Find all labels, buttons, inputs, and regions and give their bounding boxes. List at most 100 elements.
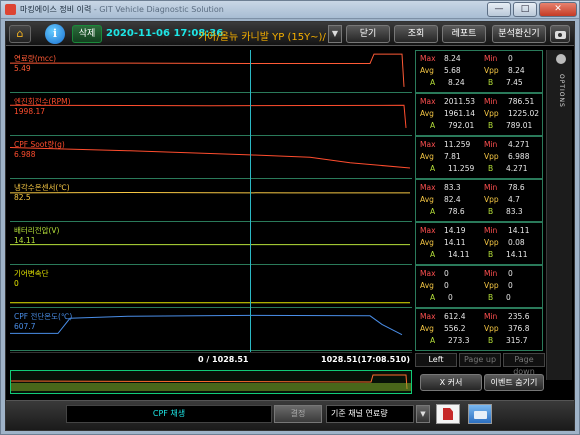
vehicle-dropdown-button[interactable]: ▼ xyxy=(328,25,342,43)
current-position: 0 / 1028.51 xyxy=(198,355,249,364)
channel-graph xyxy=(10,191,410,194)
stat-label-avg: Avg xyxy=(420,281,434,290)
maximize-button[interactable]: □ xyxy=(513,2,537,17)
stat-value-a: 792.01 xyxy=(448,121,475,130)
stat-value-min: 14.11 xyxy=(508,226,530,235)
stat-value-vpp: 4.7 xyxy=(508,195,520,204)
channel-value: 1998.17 xyxy=(14,107,46,116)
end-position: 1028.51(17:08.510) xyxy=(321,355,410,364)
overview-graph xyxy=(10,371,411,393)
stat-value-b: 14.11 xyxy=(506,250,528,259)
close-window-button[interactable]: ✕ xyxy=(539,2,577,17)
stat-label-a: A xyxy=(430,121,436,130)
stat-value-a: 8.24 xyxy=(448,78,465,87)
stat-value-vpp: 6.988 xyxy=(508,152,530,161)
stat-label-vpp: Vpp xyxy=(484,324,499,333)
stat-value-avg: 1961.14 xyxy=(444,109,476,118)
toolbar: ⌂ i 삭제 2020-11-06 17:08:36 기아/올뉴 카니발 YP … xyxy=(6,22,574,46)
stat-value-max: 2011.53 xyxy=(444,97,476,106)
report-button[interactable]: 레포트 xyxy=(442,25,486,43)
channel-name-field[interactable]: CPF 채생 xyxy=(66,405,272,423)
channel-name: 기어변속단 xyxy=(14,269,49,278)
close-button[interactable]: 닫기 xyxy=(346,25,390,43)
stat-label-a: A xyxy=(430,207,436,216)
channel-value: 5.49 xyxy=(14,64,31,73)
options-icon[interactable] xyxy=(556,54,566,64)
stat-label-b: B xyxy=(488,293,494,302)
stat-label-avg: Avg xyxy=(420,109,434,118)
channel-graph xyxy=(10,244,410,246)
stat-value-a: 14.11 xyxy=(448,250,470,259)
reference-channel-select[interactable]: 기준 채널 연료량 xyxy=(326,405,414,423)
stat-label-vpp: Vpp xyxy=(484,195,499,204)
channel-value: 14.11 xyxy=(14,236,36,245)
stat-label-b: B xyxy=(488,164,494,173)
stat-label-min: Min xyxy=(484,312,498,321)
stat-label-avg: Avg xyxy=(420,66,434,75)
stat-label-avg: Avg xyxy=(420,195,434,204)
channel-graph xyxy=(10,147,411,169)
stat-value-min: 0 xyxy=(508,269,513,278)
stat-label-min: Min xyxy=(484,226,498,235)
left-button[interactable]: Left xyxy=(415,353,457,367)
camera-icon[interactable] xyxy=(550,25,570,43)
hide-event-button[interactable]: 이벤트 숨기기 xyxy=(484,374,544,391)
stat-value-min: 786.51 xyxy=(508,97,535,106)
channel-value: 0 xyxy=(14,279,19,288)
stat-label-min: Min xyxy=(484,54,498,63)
channel-stats: Max 83.3 Min 78.6 Avg 82.4 Vpp 4.7 A 78.6 B 83.3 xyxy=(415,179,543,222)
overview-strip[interactable] xyxy=(10,370,412,394)
stat-label-a: A xyxy=(430,164,436,173)
graph-panel[interactable]: 연료량(mcc) 5.49 엔진회전수(RPM) 1998.17 CPF Soot량(g… xyxy=(10,50,412,352)
app-content: ⌂ i 삭제 2020-11-06 17:08:36 기아/올뉴 카니발 YP … xyxy=(5,21,575,431)
x-cursor-line[interactable] xyxy=(250,50,251,352)
overview-range xyxy=(11,383,411,391)
app-icon xyxy=(5,4,16,15)
stat-value-avg: 5.68 xyxy=(444,66,461,75)
stat-label-b: B xyxy=(488,250,494,259)
page-down-button[interactable]: Page down xyxy=(503,353,545,376)
channel-name: 엔진회전수(RPM) xyxy=(14,97,71,106)
app-window: 마킹에이스 정비 이력 - GIT Vehicle Diagnostic Sol… xyxy=(0,0,580,435)
delete-button[interactable]: 삭제 xyxy=(72,25,102,43)
stat-label-min: Min xyxy=(484,269,498,278)
search-button[interactable]: 조회 xyxy=(394,25,438,43)
stat-value-b: 83.3 xyxy=(506,207,523,216)
channel-stats: Max 14.19 Min 14.11 Avg 14.11 Vpp 0.08 A 14.11 B 14… xyxy=(415,222,543,265)
options-panel[interactable]: OPTIONS xyxy=(546,50,572,380)
stat-value-avg: 556.2 xyxy=(444,324,466,333)
print-icon[interactable] xyxy=(468,404,492,424)
stat-label-max: Max xyxy=(420,269,436,278)
stat-label-min: Min xyxy=(484,140,498,149)
stat-value-min: 4.271 xyxy=(508,140,530,149)
home-icon[interactable]: ⌂ xyxy=(9,25,31,43)
channel-name: 연료량(mcc) xyxy=(14,54,57,63)
stat-label-a: A xyxy=(430,78,436,87)
stat-value-max: 11.259 xyxy=(444,140,471,149)
analysis-button[interactable]: 분석환신기 xyxy=(492,25,546,43)
pdf-icon[interactable] xyxy=(436,404,460,424)
confirm-button[interactable]: 결정 xyxy=(274,405,322,423)
stat-value-b: 4.271 xyxy=(506,164,528,173)
info-icon[interactable]: i xyxy=(45,24,65,44)
channel-row: CPF 전단온도(℃) 607.7 xyxy=(10,308,412,351)
page-up-button[interactable]: Page up xyxy=(459,353,501,367)
stat-label-b: B xyxy=(488,336,494,345)
channel-stats: Max 0 Min 0 Avg 0 Vpp 0 A 0 B 0 xyxy=(415,265,543,308)
channel-row: CPF Soot량(g) 6.988 xyxy=(10,136,412,179)
x-cursor-button[interactable]: X 커서 xyxy=(420,374,482,391)
channel-value: 82.5 xyxy=(14,193,31,202)
stat-value-avg: 7.81 xyxy=(444,152,461,161)
chevron-down-icon[interactable]: ▼ xyxy=(416,405,430,423)
minimize-button[interactable]: — xyxy=(487,2,511,17)
channel-graph xyxy=(10,53,405,87)
channel-graph xyxy=(10,302,410,304)
stat-value-max: 83.3 xyxy=(444,183,461,192)
stat-label-a: A xyxy=(430,250,436,259)
channel-stats: Max 2011.53 Min 786.51 Avg 1961.14 Vpp 1225.02 A… xyxy=(415,93,543,136)
stat-label-avg: Avg xyxy=(420,238,434,247)
stat-label-avg: Avg xyxy=(420,152,434,161)
channel-row: 기어변속단 0 xyxy=(10,265,412,308)
stat-label-b: B xyxy=(488,207,494,216)
channel-row: 냉각수온센서(℃) 82.5 xyxy=(10,179,412,222)
